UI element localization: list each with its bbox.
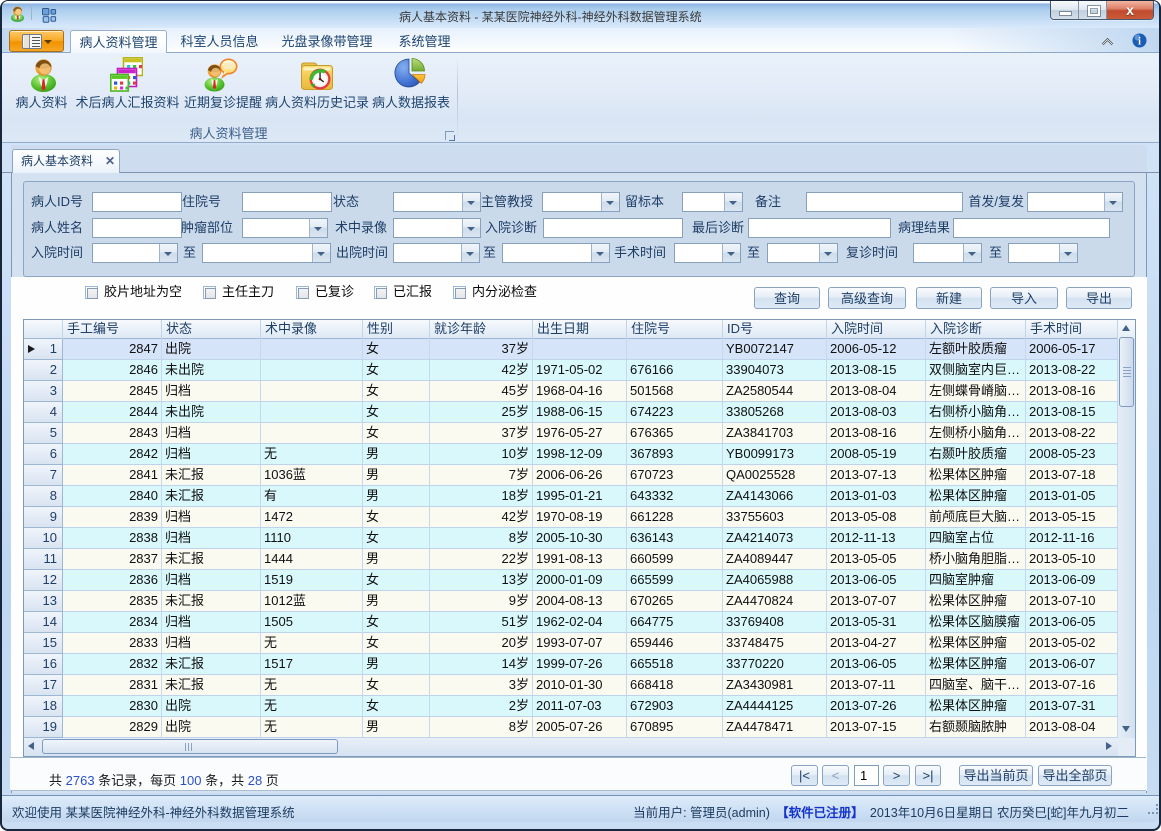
svg-text:i: i xyxy=(1138,37,1141,48)
